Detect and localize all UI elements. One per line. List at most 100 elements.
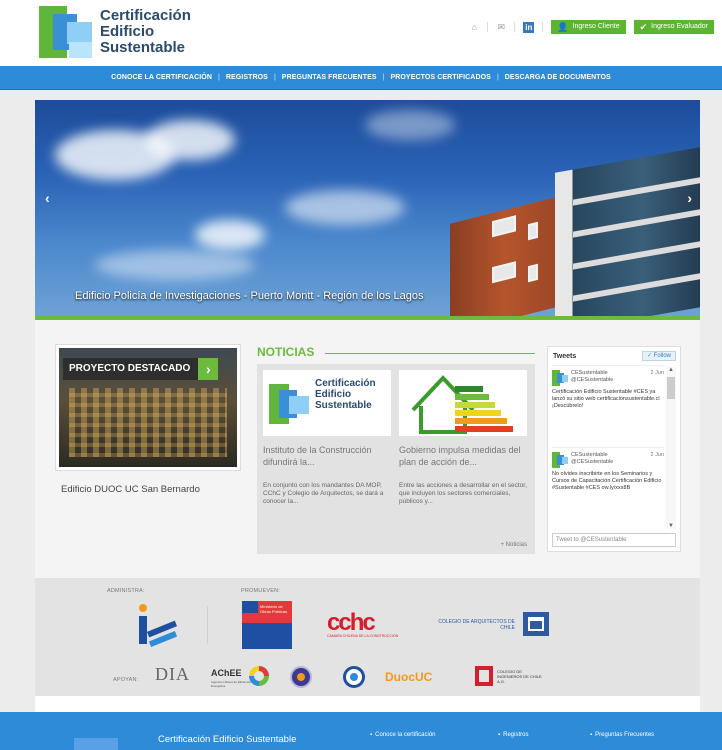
- achee-text: AChEE: [211, 668, 242, 678]
- bullet-icon: ▪: [498, 732, 501, 738]
- hero-caption: Edificio Policía de Investigaciones - Pu…: [75, 290, 424, 302]
- tweet-date: 2 Jun: [650, 452, 664, 458]
- scroll-down-icon[interactable]: ▼: [666, 523, 676, 529]
- linkedin-icon[interactable]: in: [523, 21, 535, 33]
- news-logo-text: Certificación Edificio Sustentable: [315, 378, 376, 411]
- logo-mark-icon: [269, 384, 309, 424]
- login-client-button[interactable]: 👤 Ingreso Cliente: [551, 20, 626, 34]
- divider: [542, 22, 544, 32]
- tweets-scrollbar[interactable]: ▲ ▼: [666, 367, 676, 529]
- featured-project[interactable]: PROYECTO DESTACADO ›: [55, 344, 241, 471]
- follow-button[interactable]: ✓ Follow: [641, 351, 676, 361]
- tweet-date: 2 Jun: [650, 370, 664, 376]
- promueven-label: PROMUEVEN:: [241, 588, 280, 594]
- instituto-construccion-logo[interactable]: [135, 604, 181, 648]
- twitter-bird-icon: ✓: [646, 353, 652, 359]
- administra-label: ADMINISTRA:: [107, 588, 145, 594]
- more-news-link[interactable]: + Noticias: [500, 542, 527, 548]
- partners-section: ADMINISTRA: PROMUEVEN: Ministerio de Obr…: [35, 578, 700, 696]
- colegio-arq-text: COLEGIO DE ARQUITECTOS DE CHILE: [438, 619, 515, 631]
- colegio-ingenieros-logo[interactable]: COLEGIO DE INGENIEROS DE CHILE A.G.: [475, 666, 545, 688]
- news-logo-line: Edificio: [315, 389, 352, 400]
- scrollbar-thumb[interactable]: [667, 377, 675, 399]
- bullet-icon: ▪: [370, 732, 373, 738]
- news-item[interactable]: Certificación Edificio Sustentable Insti…: [263, 370, 391, 506]
- site-logo[interactable]: Certificación Edificio Sustentable: [39, 6, 191, 58]
- nav-item-conoce[interactable]: CONOCE LA CERTIFICACIÓN: [111, 74, 212, 81]
- footer-link-conoce[interactable]: ▪ Conoce la certificación: [370, 732, 436, 738]
- nav-separator: |: [382, 74, 385, 81]
- featured-caption[interactable]: Edificio DUOC UC San Bernardo: [61, 484, 200, 495]
- divider: [514, 22, 516, 32]
- logo-line-1: Certificación: [100, 7, 191, 24]
- tweet[interactable]: CESustentable @CESustentable 2 Jun Certi…: [552, 365, 664, 447]
- featured-label-text: PROYECTO DESTACADO: [69, 363, 191, 374]
- seal-logo[interactable]: [290, 666, 312, 688]
- window: [492, 261, 516, 284]
- logo-line-2: Edificio: [100, 23, 155, 40]
- login-evaluator-label: Ingreso Evaluador: [651, 23, 708, 30]
- news-thumbnail: [399, 370, 527, 436]
- achee-logo[interactable]: AChEE Agencia Chilena de Eficiencia Ener…: [211, 666, 271, 690]
- tweet-meta: CESustentable @CESustentable: [571, 370, 648, 384]
- logo-text: Certificación Edificio Sustentable: [100, 8, 191, 56]
- featured-label: PROYECTO DESTACADO ›: [63, 358, 219, 380]
- colegio-arquitectos-logo[interactable]: COLEGIO DE ARQUITECTOS DE CHILE: [435, 612, 555, 636]
- nav-item-descarga[interactable]: DESCARGA DE DOCUMENTOS: [505, 74, 611, 81]
- news-excerpt: En conjunto con los mandantes DA MOP, CC…: [263, 482, 384, 505]
- news-headline[interactable]: Gobierno impulsa medidas del plan de acc…: [399, 444, 527, 480]
- cloud: [285, 190, 405, 225]
- mail-icon[interactable]: ✉: [496, 22, 506, 32]
- tweet-meta: CESustentable @CESustentable: [571, 452, 648, 466]
- nav-item-registros[interactable]: REGISTROS: [226, 74, 268, 81]
- avatar: [552, 452, 568, 468]
- nav-separator: |: [218, 74, 220, 81]
- footer-link-registros[interactable]: ▪ Registros: [498, 732, 528, 738]
- tweet-author[interactable]: CESustentable: [571, 452, 648, 459]
- cchc-logo[interactable]: cchc CAMARA CHILENA DE LA CONSTRUCCION: [327, 611, 399, 639]
- footer-logo: [74, 738, 118, 750]
- gob-line: Ministerio de Obras Públicas: [260, 604, 288, 614]
- footer-title: Certificación Edificio Sustentable: [158, 734, 297, 745]
- content-panel: PROYECTO DESTACADO › Edificio DUOC UC Sa…: [35, 320, 700, 578]
- nav-separator: |: [273, 74, 276, 81]
- tweet-list[interactable]: CESustentable @CESustentable 2 Jun Certi…: [552, 365, 664, 531]
- news-box: Certificación Edificio Sustentable Insti…: [257, 364, 535, 554]
- tweet-text: Certificación Edificio Sustentable #CES …: [552, 389, 660, 409]
- nav-item-proyectos[interactable]: PROYECTOS CERTIFICADOS: [390, 74, 490, 81]
- building-band: [573, 177, 700, 206]
- nav-separator: |: [496, 74, 499, 81]
- tweet-author[interactable]: CESustentable: [571, 370, 648, 377]
- tweet-input[interactable]: Tweet to @CESustentable: [552, 533, 676, 547]
- divider: [487, 22, 489, 32]
- footer-link-label: Registros: [503, 732, 529, 738]
- dia-logo[interactable]: DIA: [155, 664, 190, 685]
- site-footer: Certificación Edificio Sustentable ▪ Cono…: [0, 712, 722, 750]
- scroll-up-icon[interactable]: ▲: [666, 367, 676, 373]
- site-header: Certificación Edificio Sustentable ⌂ ✉ i…: [0, 0, 722, 66]
- footer-link-preguntas[interactable]: ▪ Preguntas Frecuentes: [590, 732, 654, 738]
- login-evaluator-button[interactable]: ✔ Ingreso Evaluador: [633, 20, 714, 34]
- slider-next-icon[interactable]: ›: [687, 190, 692, 206]
- news-item[interactable]: Gobierno impulsa medidas del plan de acc…: [399, 370, 527, 506]
- tweet[interactable]: CESustentable @CESustentable 2 Jun No ol…: [552, 447, 664, 529]
- energy-house-icon: [411, 375, 513, 434]
- gear-seal-logo[interactable]: [343, 666, 365, 688]
- cloud: [365, 110, 455, 140]
- arrow-right-icon[interactable]: ›: [198, 358, 219, 380]
- slider-prev-icon[interactable]: ‹: [45, 190, 50, 206]
- news-excerpt: Entre las acciones a desarrollar en el s…: [399, 482, 527, 505]
- gobierno-chile-logo[interactable]: Ministerio de Obras Públicas: [242, 601, 292, 649]
- news-headline[interactable]: Instituto de la Construcción difundirá l…: [263, 444, 391, 480]
- duoc-logo[interactable]: DuocUC: [385, 670, 432, 684]
- hero-slider[interactable]: ‹ › Edificio Policía de Investigaciones …: [35, 100, 700, 316]
- tweet-handle: @CESustentable: [571, 459, 614, 465]
- cloud: [195, 220, 265, 250]
- window: [492, 215, 516, 238]
- nav-item-preguntas[interactable]: PREGUNTAS FRECUENTES: [282, 74, 377, 81]
- achee-sub: Agencia Chilena de Eficiencia Energética: [211, 680, 251, 688]
- colegio-ing-text: COLEGIO DE INGENIEROS DE CHILE A.G.: [497, 669, 542, 684]
- apoyan-label: APOYAN:: [113, 677, 139, 683]
- sitemap-icon[interactable]: ⌂: [469, 22, 479, 32]
- cchc-sub: CAMARA CHILENA DE LA CONSTRUCCION: [327, 634, 399, 638]
